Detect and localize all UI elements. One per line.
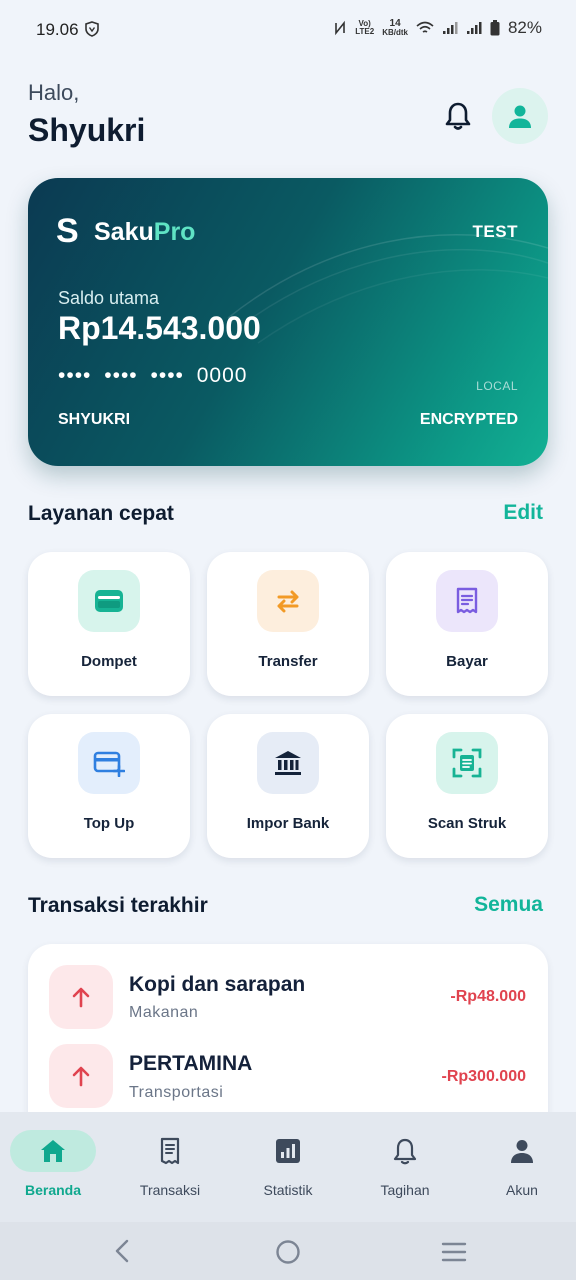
- nav-item-tagihan[interactable]: Tagihan: [353, 1112, 457, 1222]
- person-icon: [505, 1134, 539, 1168]
- tile-label: Impor Bank: [246, 815, 330, 832]
- outgoing-arrow-icon: [49, 965, 113, 1029]
- scan-receipt-icon: [436, 732, 498, 794]
- local-label: LOCAL: [476, 379, 518, 393]
- card-add-icon: [78, 732, 140, 794]
- tile-label: Transfer: [258, 653, 318, 670]
- balance-amount: Rp14.543.000: [58, 310, 261, 346]
- edit-quick-services-link[interactable]: Edit: [503, 501, 543, 525]
- network-speed: 14 KB/dtk: [382, 18, 408, 37]
- quick-services-title: Layanan cepat: [28, 502, 174, 525]
- status-right: Vo) LTE2 14 KB/dtk 82%: [333, 18, 542, 38]
- transaction-category: Makanan: [129, 1004, 199, 1021]
- card-holder: SHYUKRI: [58, 411, 131, 428]
- receipt-list-icon: [153, 1134, 187, 1168]
- receipt-icon: [436, 570, 498, 632]
- nfc-icon: [335, 20, 346, 36]
- recent-apps-icon[interactable]: [441, 1241, 467, 1263]
- signal-icon-2: [466, 22, 482, 34]
- profile-avatar-button[interactable]: [492, 88, 548, 144]
- transaction-amount: -Rp48.000: [450, 988, 526, 1005]
- signal-icon: [442, 22, 458, 34]
- system-navigation-bar: [0, 1222, 576, 1280]
- balance-label: Saldo utama: [58, 288, 160, 308]
- brand-name: SakuPro: [94, 218, 196, 246]
- nav-label: Tagihan: [380, 1182, 430, 1198]
- transaction-row[interactable]: PERTAMINA Transportasi -Rp300.000: [28, 1034, 548, 1124]
- volte-indicator: Vo) LTE2: [355, 19, 375, 36]
- recent-transactions-title: Transaksi terakhir: [28, 894, 208, 917]
- quick-tile-dompet[interactable]: Dompet: [28, 552, 190, 696]
- tile-label: Scan Struk: [427, 815, 507, 832]
- tile-label: Dompet: [81, 653, 137, 670]
- chart-icon: [271, 1134, 305, 1168]
- greeting: Halo,: [28, 80, 80, 105]
- outgoing-arrow-icon: [49, 1044, 113, 1108]
- transaction-amount: -Rp300.000: [441, 1068, 527, 1085]
- see-all-transactions-link[interactable]: Semua: [474, 893, 543, 917]
- transaction-row[interactable]: Kopi dan sarapan Makanan -Rp48.000: [28, 944, 548, 1034]
- tile-label: Bayar: [446, 653, 488, 670]
- quick-tile-topup[interactable]: Top Up: [28, 714, 190, 858]
- tile-label: Top Up: [83, 815, 135, 832]
- nav-label: Transaksi: [139, 1182, 201, 1198]
- brand-logo-icon: S: [56, 212, 79, 250]
- status-time: 19.06: [36, 20, 79, 39]
- encryption-label: ENCRYPTED: [419, 411, 518, 428]
- home-circle-icon[interactable]: [275, 1239, 301, 1265]
- transaction-category: Transportasi: [129, 1084, 224, 1101]
- notification-button[interactable]: [436, 94, 480, 138]
- wifi-icon: [416, 21, 434, 33]
- quick-tile-bayar[interactable]: Bayar: [386, 552, 548, 696]
- nav-label: Statistik: [263, 1182, 313, 1198]
- nav-label: Beranda: [24, 1182, 82, 1198]
- battery-icon: [490, 20, 500, 36]
- nav-item-beranda[interactable]: Beranda: [0, 1112, 106, 1222]
- nav-item-transaksi[interactable]: Transaksi: [118, 1112, 222, 1222]
- nav-item-statistik[interactable]: Statistik: [236, 1112, 340, 1222]
- transfer-icon: [257, 570, 319, 632]
- card-number: •••• •••• •••• 0000: [58, 364, 248, 387]
- wallet-icon: [78, 570, 140, 632]
- quick-tile-scan-struk[interactable]: Scan Struk: [386, 714, 548, 858]
- nav-label: Akun: [506, 1182, 538, 1198]
- vpn-shield-icon: [85, 21, 99, 37]
- nav-item-akun[interactable]: Akun: [470, 1112, 574, 1222]
- transaction-name: Kopi dan sarapan: [129, 973, 306, 996]
- bell-icon: [388, 1134, 422, 1168]
- quick-tile-impor-bank[interactable]: Impor Bank: [207, 714, 369, 858]
- bottom-navigation: Beranda Transaksi Statistik Tagihan Akun: [0, 1112, 576, 1222]
- status-bar: 19.06 Vo) LTE2 14 KB/dtk 82%: [0, 0, 576, 60]
- quick-tile-transfer[interactable]: Transfer: [207, 552, 369, 696]
- bell-icon: [445, 102, 471, 130]
- home-icon: [36, 1134, 70, 1168]
- back-icon[interactable]: [112, 1239, 132, 1263]
- environment-badge: TEST: [472, 222, 518, 241]
- person-icon: [509, 105, 531, 128]
- battery-percent: 82%: [507, 18, 542, 37]
- balance-card[interactable]: S SakuPro TEST Saldo utama Rp14.543.000 …: [28, 178, 548, 466]
- transaction-name: PERTAMINA: [129, 1052, 253, 1075]
- bank-icon: [257, 732, 319, 794]
- user-name: Shyukri: [28, 112, 146, 148]
